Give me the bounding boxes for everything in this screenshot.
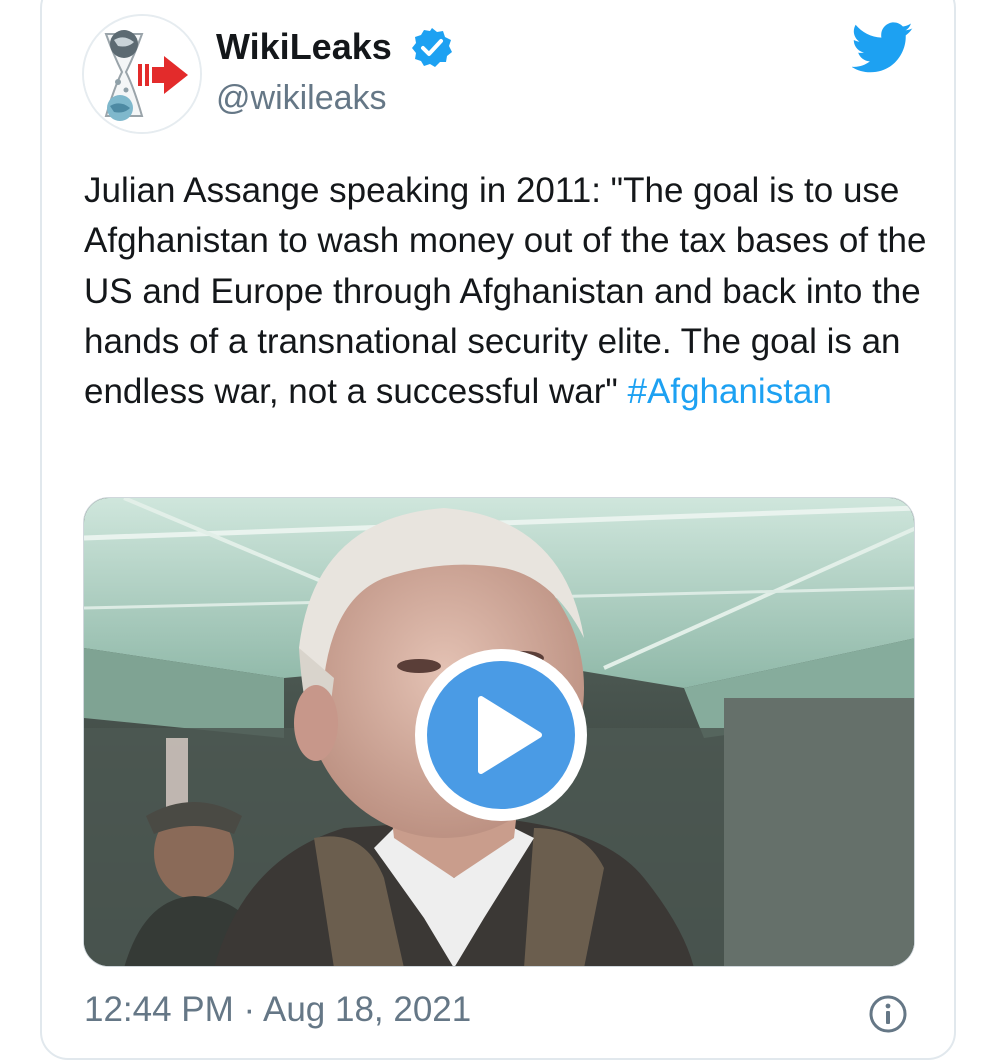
display-name[interactable]: WikiLeaks	[216, 26, 392, 68]
info-icon[interactable]	[868, 994, 908, 1034]
avatar[interactable]	[82, 14, 202, 134]
play-button-icon[interactable]	[413, 647, 589, 823]
tweet-text: Julian Assange speaking in 2011: "The go…	[84, 166, 934, 417]
wikileaks-logo-icon	[84, 16, 200, 132]
video-player[interactable]	[83, 497, 915, 967]
hashtag-link[interactable]: #Afghanistan	[628, 372, 832, 411]
timestamp[interactable]: 12:44 PM · Aug 18, 2021	[84, 988, 471, 1032]
handle[interactable]: @wikileaks	[216, 78, 387, 118]
verified-badge-icon	[412, 28, 452, 67]
twitter-bird-icon[interactable]	[852, 22, 914, 74]
